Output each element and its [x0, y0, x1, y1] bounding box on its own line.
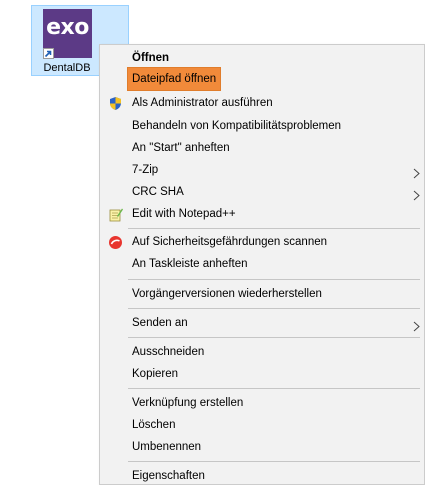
menu-separator [128, 337, 420, 338]
chevron-right-icon [413, 187, 420, 201]
menu-item-label: Senden an [132, 317, 188, 329]
scan-icon [108, 235, 123, 250]
menu-item-delete[interactable]: Löschen [100, 414, 424, 436]
menu-item-label: Behandeln von Kompatibilitätsproblemen [132, 120, 342, 132]
shortcut-label: DentalDB [43, 62, 91, 74]
menu-item-scan-threats[interactable]: Auf Sicherheitsgefährdungen scannen [100, 231, 424, 253]
menu-separator [128, 279, 420, 280]
menu-item-label: 7-Zip [132, 164, 159, 176]
menu-item-troubleshoot-compatibility[interactable]: Behandeln von Kompatibilitätsproblemen [100, 115, 424, 137]
menu-item-label: Auf Sicherheitsgefährdungen scannen [132, 236, 328, 248]
menu-item-create-shortcut[interactable]: Verknüpfung erstellen [100, 392, 424, 414]
menu-item-send-to[interactable]: Senden an [100, 312, 424, 334]
menu-separator [128, 308, 420, 309]
chevron-right-icon [413, 165, 420, 179]
menu-separator [128, 461, 420, 462]
desktop: exo DentalDB Öffnen Dateipfad öffnen Als [0, 0, 425, 485]
menu-item-crc-sha[interactable]: CRC SHA [100, 181, 424, 203]
menu-item-label: Umbenennen [132, 441, 202, 453]
menu-separator [128, 228, 420, 229]
menu-item-properties[interactable]: Eigenschaften [100, 465, 424, 485]
menu-item-label: Eigenschaften [132, 470, 205, 482]
menu-item-7zip[interactable]: 7-Zip [100, 159, 424, 181]
app-icon-text: exo [46, 15, 89, 40]
menu-item-open-file-location[interactable]: Dateipfad öffnen [100, 67, 424, 91]
menu-item-restore-previous-versions[interactable]: Vorgängerversionen wiederherstellen [100, 283, 424, 305]
shortcut-arrow-icon [43, 48, 54, 59]
menu-item-run-as-admin[interactable]: Als Administrator ausführen [100, 92, 424, 114]
menu-item-label: Edit with Notepad++ [132, 208, 236, 220]
menu-item-label: An Taskleiste anheften [132, 258, 248, 270]
menu-item-label: Dateipfad öffnen [126, 67, 222, 91]
menu-item-open[interactable]: Öffnen [100, 47, 424, 69]
menu-item-rename[interactable]: Umbenennen [100, 436, 424, 458]
chevron-right-icon [413, 318, 420, 332]
context-menu: Öffnen Dateipfad öffnen Als Administrato… [99, 44, 425, 485]
menu-item-label: Ausschneiden [132, 346, 205, 358]
menu-item-label: Löschen [132, 419, 176, 431]
menu-item-edit-notepad[interactable]: Edit with Notepad++ [100, 203, 424, 225]
menu-item-pin-to-start[interactable]: An "Start" anheften [100, 137, 424, 159]
menu-item-pin-to-taskbar[interactable]: An Taskleiste anheften [100, 253, 424, 275]
menu-item-copy[interactable]: Kopieren [100, 363, 424, 385]
menu-item-label: Öffnen [132, 52, 170, 64]
menu-item-cut[interactable]: Ausschneiden [100, 341, 424, 363]
shield-icon [108, 96, 123, 111]
menu-item-label: Verknüpfung erstellen [132, 397, 244, 409]
menu-item-label: Kopieren [132, 368, 179, 380]
menu-item-label: CRC SHA [132, 186, 184, 198]
menu-item-label: Vorgängerversionen wiederherstellen [132, 288, 322, 300]
menu-separator [128, 388, 420, 389]
menu-item-label: Als Administrator ausführen [132, 97, 273, 109]
notepad-icon [108, 207, 123, 222]
menu-item-label: An "Start" anheften [132, 142, 230, 154]
